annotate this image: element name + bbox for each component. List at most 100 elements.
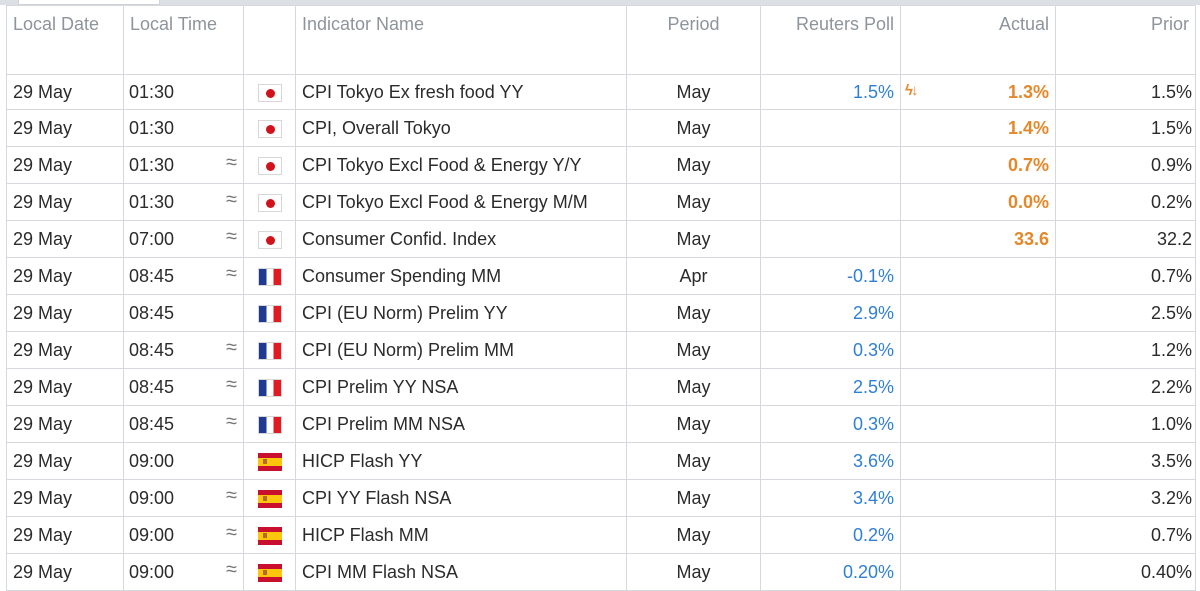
time-text: 07:00	[129, 228, 175, 249]
economic-calendar-grid: Local Date Local Time Indicator Name Per…	[0, 0, 1200, 591]
cell-actual	[900, 294, 1056, 332]
cell-indicator-name[interactable]: CPI Tokyo Ex fresh food YY	[295, 74, 627, 110]
table-row[interactable]: 29 May 01:30 ≈ CPI Tokyo Excl Food & Energy…	[6, 183, 1196, 221]
cell-local-date: 29 May	[6, 442, 124, 480]
approx-icon: ≈	[226, 262, 237, 285]
column-header-period[interactable]: Period	[626, 5, 761, 75]
cell-period: May	[626, 109, 761, 147]
cell-actual	[900, 368, 1056, 406]
table-row[interactable]: 29 May 08:45 ≈ CPI Prelim YY NSA May 2.5% 2.2%	[6, 368, 1196, 406]
table-row[interactable]: 29 May 01:30 CPI Tokyo Ex fresh food YY May…	[6, 74, 1196, 110]
cell-indicator-name[interactable]: CPI MM Flash NSA	[295, 553, 627, 591]
cell-local-date: 29 May	[6, 553, 124, 591]
cell-period: May	[626, 220, 761, 258]
table-row[interactable]: 29 May 08:45 ≈ CPI (EU Norm) Prelim MM May 0.…	[6, 331, 1196, 369]
cell-indicator-name[interactable]: CPI (EU Norm) Prelim MM	[295, 331, 627, 369]
cell-indicator-name[interactable]: CPI (EU Norm) Prelim YY	[295, 294, 627, 332]
cell-country-flag	[243, 183, 296, 221]
cell-local-time: 01:30 ≈	[123, 183, 244, 221]
cell-prior: 1.0%	[1055, 405, 1196, 443]
cell-actual: ϟ↓ 1.3%	[900, 74, 1056, 110]
approx-icon: ≈	[226, 373, 237, 396]
economic-calendar-table: Local Date Local Time Indicator Name Per…	[6, 5, 1196, 591]
cell-indicator-name[interactable]: CPI, Overall Tokyo	[295, 109, 627, 147]
cell-period: May	[626, 183, 761, 221]
cell-local-time: 08:45	[123, 294, 244, 332]
cell-prior: 3.2%	[1055, 479, 1196, 517]
cell-country-flag	[243, 294, 296, 332]
column-header-local-date[interactable]: Local Date	[6, 5, 124, 75]
table-row[interactable]: 29 May 01:30 CPI, Overall Tokyo May 1.4% 1.5%	[6, 109, 1196, 147]
cell-actual	[900, 516, 1056, 554]
table-row[interactable]: 29 May 08:45 ≈ CPI Prelim MM NSA May 0.3% 1.0%	[6, 405, 1196, 443]
es-flag-icon	[257, 452, 282, 471]
cell-indicator-name[interactable]: HICP Flash YY	[295, 442, 627, 480]
cell-prior: 1.5%	[1055, 74, 1196, 110]
time-text: 08:45	[129, 413, 175, 434]
cell-local-date: 29 May	[6, 146, 124, 184]
table-row[interactable]: 29 May 09:00 ≈ HICP Flash MM May 0.2% 0.7%	[6, 516, 1196, 554]
column-header-indicator-name[interactable]: Indicator Name	[295, 5, 627, 75]
cell-period: May	[626, 405, 761, 443]
header-row: Local Date Local Time Indicator Name Per…	[6, 5, 1196, 75]
time-text: 09:00	[129, 487, 175, 508]
cell-local-date: 29 May	[6, 405, 124, 443]
cell-country-flag	[243, 331, 296, 369]
cell-reuters-poll	[760, 220, 901, 258]
time-text: 09:00	[129, 524, 175, 545]
table-body: 29 May 01:30 CPI Tokyo Ex fresh food YY May…	[6, 74, 1196, 591]
cell-indicator-name[interactable]: Consumer Spending MM	[295, 257, 627, 295]
cell-local-time: 07:00 ≈	[123, 220, 244, 258]
jp-flag-icon	[257, 83, 282, 102]
cell-actual	[900, 257, 1056, 295]
time-text: 01:30	[129, 191, 175, 212]
approx-icon: ≈	[226, 151, 237, 174]
cell-indicator-name[interactable]: CPI YY Flash NSA	[295, 479, 627, 517]
surprise-down-icon: ϟ↓	[905, 82, 919, 99]
cell-reuters-poll: 2.9%	[760, 294, 901, 332]
column-header-local-time[interactable]: Local Time	[123, 5, 244, 75]
cell-prior: 32.2	[1055, 220, 1196, 258]
cell-period: Apr	[626, 257, 761, 295]
approx-icon: ≈	[226, 336, 237, 359]
table-row[interactable]: 29 May 08:45 ≈ Consumer Spending MM Apr -0.1%…	[6, 257, 1196, 295]
cell-prior: 2.5%	[1055, 294, 1196, 332]
cell-indicator-name[interactable]: CPI Tokyo Excl Food & Energy Y/Y	[295, 146, 627, 184]
cell-country-flag	[243, 368, 296, 406]
table-row[interactable]: 29 May 09:00 ≈ CPI MM Flash NSA May 0.20% 0.40…	[6, 553, 1196, 591]
column-header-actual[interactable]: Actual	[900, 5, 1056, 75]
cell-local-time: 09:00	[123, 442, 244, 480]
cell-local-time: 01:30	[123, 74, 244, 110]
cell-indicator-name[interactable]: CPI Prelim MM NSA	[295, 405, 627, 443]
cell-reuters-poll: 0.2%	[760, 516, 901, 554]
cell-period: May	[626, 368, 761, 406]
cell-period: May	[626, 479, 761, 517]
jp-flag-icon	[257, 193, 282, 212]
table-row[interactable]: 29 May 07:00 ≈ Consumer Confid. Index May 33.…	[6, 220, 1196, 258]
fr-flag-icon	[257, 415, 282, 434]
cell-period: May	[626, 294, 761, 332]
es-flag-icon	[257, 526, 282, 545]
table-row[interactable]: 29 May 09:00 ≈ CPI YY Flash NSA May 3.4% 3.2%	[6, 479, 1196, 517]
cell-country-flag	[243, 442, 296, 480]
cell-prior: 2.2%	[1055, 368, 1196, 406]
cell-indicator-name[interactable]: HICP Flash MM	[295, 516, 627, 554]
cell-actual	[900, 442, 1056, 480]
time-text: 01:30	[129, 154, 175, 175]
time-text: 08:45	[129, 339, 175, 360]
column-header-prior[interactable]: Prior	[1055, 5, 1196, 75]
cell-indicator-name[interactable]: CPI Prelim YY NSA	[295, 368, 627, 406]
table-row[interactable]: 29 May 09:00 HICP Flash YY May 3.6% 3.5%	[6, 442, 1196, 480]
cell-reuters-poll: 0.20%	[760, 553, 901, 591]
cell-prior: 0.9%	[1055, 146, 1196, 184]
cell-local-time: 09:00 ≈	[123, 553, 244, 591]
fr-flag-icon	[257, 267, 282, 286]
jp-flag-icon	[257, 156, 282, 175]
cell-period: May	[626, 442, 761, 480]
column-header-reuters-poll[interactable]: Reuters Poll	[760, 5, 901, 75]
cell-indicator-name[interactable]: CPI Tokyo Excl Food & Energy M/M	[295, 183, 627, 221]
cell-indicator-name[interactable]: Consumer Confid. Index	[295, 220, 627, 258]
table-row[interactable]: 29 May 08:45 CPI (EU Norm) Prelim YY May 2.9…	[6, 294, 1196, 332]
table-row[interactable]: 29 May 01:30 ≈ CPI Tokyo Excl Food & Energy…	[6, 146, 1196, 184]
cell-local-time: 01:30 ≈	[123, 146, 244, 184]
